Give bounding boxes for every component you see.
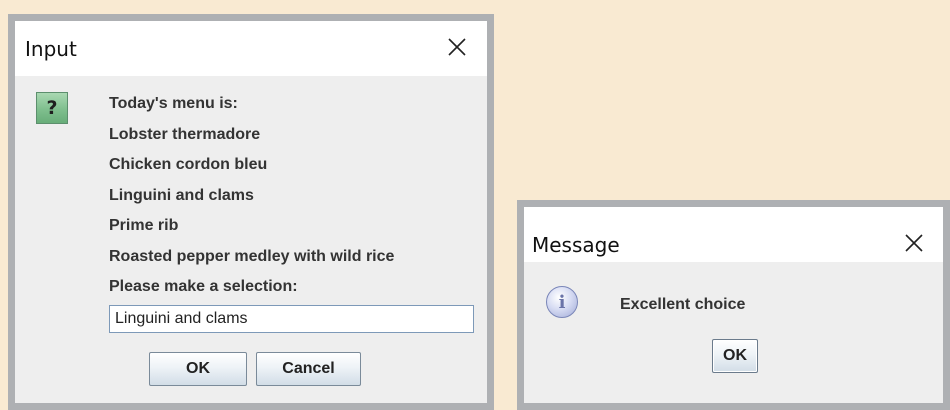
message-text: Excellent choice — [620, 296, 746, 313]
message-dialog-title: Message — [532, 233, 620, 257]
message-dialog-titlebar[interactable]: Message — [524, 207, 943, 262]
message-line: Please make a selection: — [109, 278, 298, 295]
input-dialog-titlebar[interactable]: Input — [15, 21, 487, 76]
message-line: Today's menu is: — [109, 95, 238, 112]
info-icon: i — [546, 286, 578, 318]
close-icon[interactable] — [445, 35, 469, 59]
message-line: Roasted pepper medley with wild rice — [109, 247, 395, 265]
menu-message: Today's menu is: Lobster thermadore Chic… — [109, 95, 394, 309]
input-dialog: Input ? Today's menu is: Lobster thermad… — [8, 14, 494, 410]
message-line: Chicken cordon bleu — [109, 156, 268, 173]
close-icon[interactable] — [902, 231, 926, 255]
question-icon: ? — [36, 92, 68, 124]
ok-button[interactable]: OK — [149, 352, 247, 386]
ok-button[interactable]: OK — [712, 339, 758, 373]
message-dialog: Message i Excellent choice OK — [517, 200, 950, 410]
cancel-button[interactable]: Cancel — [256, 352, 361, 386]
selection-input[interactable] — [109, 305, 474, 333]
message-line: Linguini and clams — [109, 186, 254, 204]
input-dialog-title: Input — [25, 37, 77, 61]
message-line: Prime rib — [109, 217, 179, 234]
message-line: Lobster thermadore — [109, 125, 261, 143]
